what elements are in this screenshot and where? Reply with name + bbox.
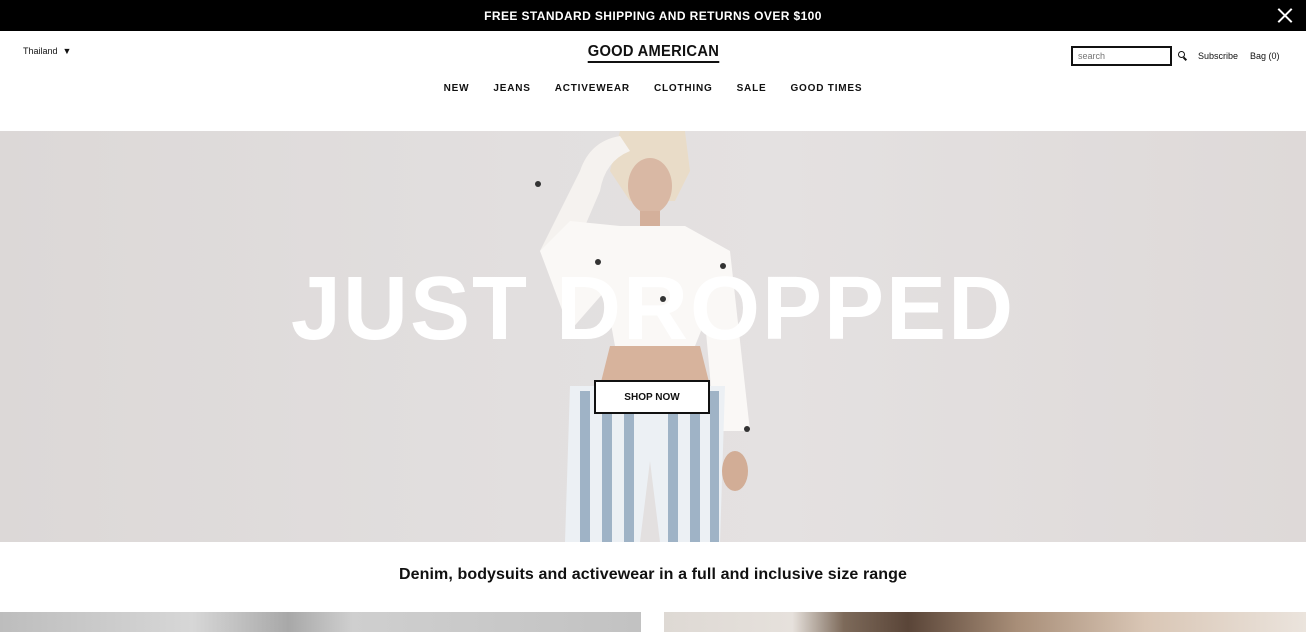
hero-title: JUST DROPPED	[290, 259, 1016, 359]
hero-banner[interactable]: JUST DROPPED SHOP NOW	[0, 131, 1306, 542]
nav-item-sale[interactable]: SALE	[737, 83, 767, 94]
nav-item-activewear[interactable]: ACTIVEWEAR	[555, 83, 630, 94]
shop-now-button[interactable]: SHOP NOW	[594, 380, 710, 414]
main-nav: NEW JEANS ACTIVEWEAR CLOTHING SALE GOOD …	[0, 83, 1306, 94]
nav-item-jeans[interactable]: JEANS	[493, 83, 530, 94]
promo-bar: FREE STANDARD SHIPPING AND RETURNS OVER …	[0, 0, 1306, 31]
search-input[interactable]	[1071, 46, 1172, 66]
nav-item-clothing[interactable]: CLOTHING	[654, 83, 713, 94]
nav-item-new[interactable]: NEW	[444, 83, 470, 94]
category-tile-left[interactable]	[0, 612, 641, 632]
tagline: Denim, bodysuits and activewear in a ful…	[398, 566, 908, 583]
category-tile-right[interactable]	[664, 612, 1306, 632]
nav-item-good-times[interactable]: GOOD TIMES	[790, 83, 862, 94]
close-icon[interactable]	[1277, 7, 1294, 24]
bag-link[interactable]: Bag (0)	[1250, 51, 1280, 61]
promo-text: FREE STANDARD SHIPPING AND RETURNS OVER …	[484, 8, 822, 23]
subscribe-link[interactable]: Subscribe	[1198, 51, 1238, 61]
site-logo[interactable]: GOOD AMERICAN	[587, 43, 719, 63]
search-icon[interactable]	[1178, 51, 1187, 60]
